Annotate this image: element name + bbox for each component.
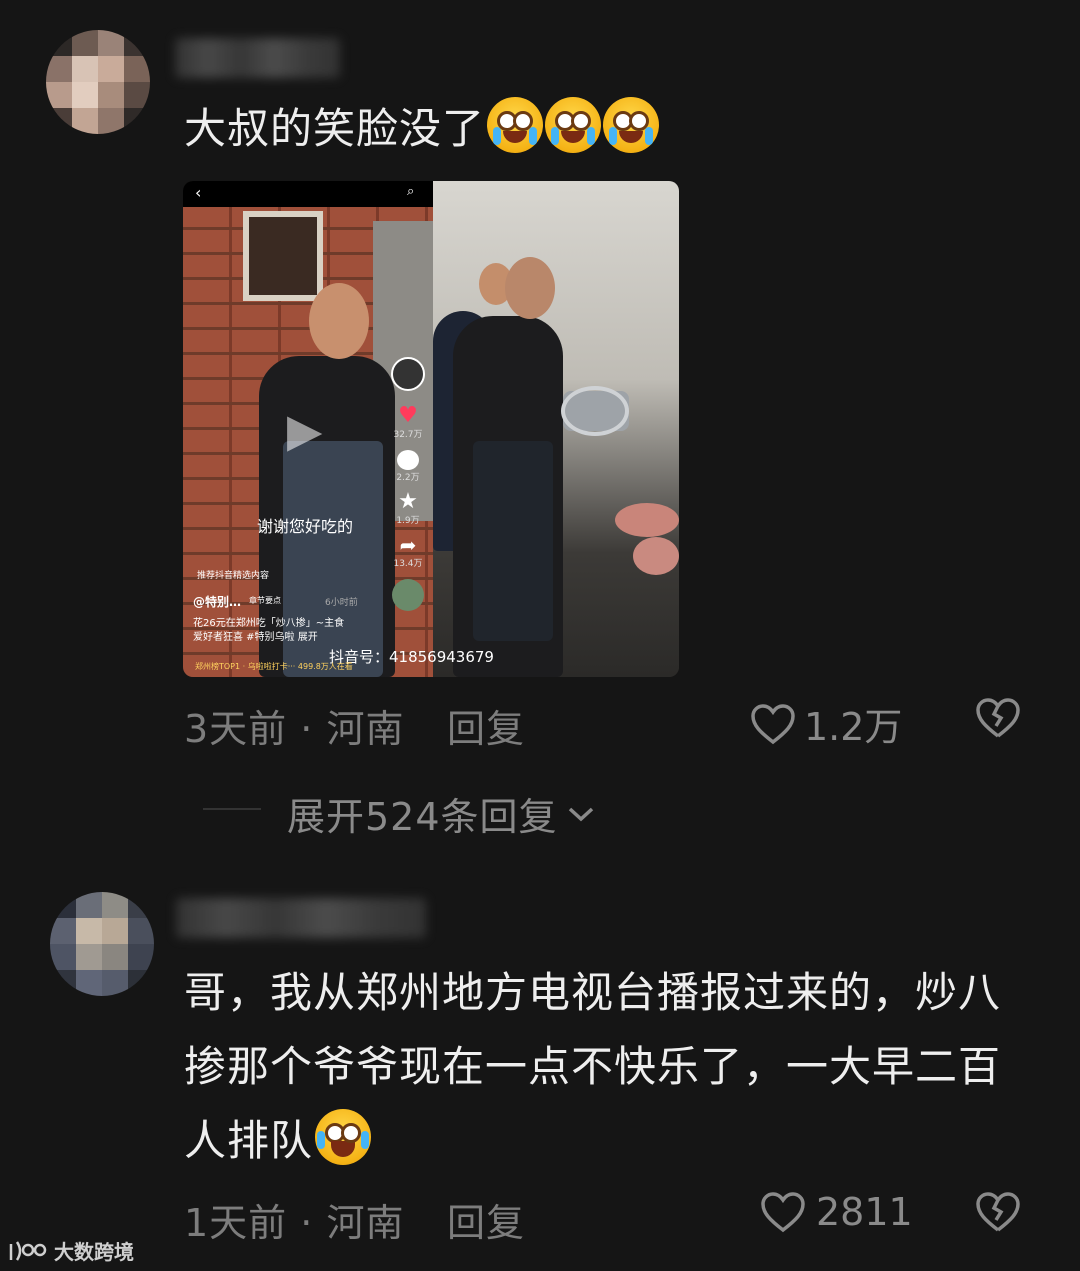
- avatar[interactable]: [50, 892, 154, 996]
- video-top-bar: ‹ ⌕: [183, 181, 433, 207]
- creator-avatar[interactable]: [391, 357, 425, 391]
- video-like-count: 32.7万: [393, 430, 423, 440]
- search-icon[interactable]: ⌕: [407, 184, 414, 199]
- laughing-crying-face-icon: [315, 1109, 372, 1165]
- comment-meta: 3天前 · 河南: [184, 698, 404, 753]
- dislike-button[interactable]: [974, 1190, 1022, 1238]
- like-count: 1.2万: [804, 705, 903, 749]
- bowl: [633, 537, 679, 575]
- comment-time: 1天前: [184, 1201, 288, 1245]
- crying-face-icon: [487, 97, 544, 153]
- like-count: 2811: [816, 1190, 913, 1234]
- comment-text: 哥，我从郑州地方电视台播报过来的，炒八 掺那个爷爷现在一点不快乐了，一大早二百 …: [184, 956, 1001, 1178]
- play-icon[interactable]: ▶: [287, 403, 322, 457]
- video-author[interactable]: @特别…: [193, 593, 241, 610]
- crying-face-icon: [545, 97, 602, 153]
- like-button[interactable]: 2811: [760, 1190, 913, 1234]
- chapter-label[interactable]: 章节要点: [249, 595, 281, 606]
- watermark: 大数跨境: [8, 1236, 134, 1265]
- comment-meta: 1天前 · 河南: [184, 1192, 404, 1247]
- dot-separator: ·: [300, 1201, 327, 1245]
- recommend-label[interactable]: 推荐抖音精选内容: [197, 568, 269, 581]
- comment-line: 掺那个爷爷现在一点不快乐了，一大早二百: [184, 1042, 1002, 1091]
- video-caption-line2: 爱好者狂喜 #特别乌啦 展开: [193, 632, 318, 643]
- video-share-count: 13.4万: [393, 559, 423, 569]
- comment-text: 大叔的笑脸没了: [184, 92, 660, 166]
- comment-line: 人排队: [184, 1104, 1001, 1178]
- comment-icon[interactable]: [397, 450, 419, 470]
- video-favorite-count: 1.9万: [396, 516, 420, 526]
- window: [243, 211, 323, 301]
- crying-face-icon: [603, 97, 660, 153]
- heart-icon: [761, 1192, 805, 1233]
- avatar[interactable]: [46, 30, 150, 134]
- expand-divider: [203, 808, 261, 810]
- video-caption-line1: 花26元在郑州吃「炒八掺」~主食: [193, 618, 345, 629]
- reply-button[interactable]: 回复: [447, 698, 525, 753]
- username[interactable]: [176, 898, 426, 938]
- comment-location: 河南: [326, 1201, 405, 1245]
- music-disc-icon[interactable]: [392, 579, 424, 611]
- pot-lid: [561, 386, 629, 436]
- video-subtitle: 谢谢您好吃的: [257, 517, 354, 536]
- watermark-logo-icon: [9, 1240, 47, 1261]
- broken-heart-icon: [976, 698, 1020, 738]
- expand-replies-label: 展开524条回复: [287, 795, 558, 839]
- username[interactable]: [175, 38, 340, 78]
- chevron-down-icon: [568, 807, 593, 821]
- person-head: [505, 257, 555, 319]
- like-icon[interactable]: ♥: [398, 405, 418, 427]
- expand-replies-button[interactable]: 展开524条回复: [287, 786, 596, 841]
- back-icon[interactable]: ‹: [195, 183, 201, 202]
- douyin-id: 抖音号：41856943679: [329, 648, 494, 666]
- broken-heart-icon: [976, 1192, 1020, 1232]
- favorite-icon[interactable]: ★: [398, 491, 418, 513]
- video-posted: 6小时前: [325, 598, 358, 608]
- apron: [473, 441, 553, 641]
- comment-body: 大叔的笑脸没了: [184, 104, 486, 153]
- comment-location: 河南: [326, 707, 405, 751]
- video-thumbnail[interactable]: ‹ ⌕ ▶ 谢谢您好吃的 ♥ 32.7万 2.2万 ★ 1.9万 ➦ 13.4万…: [183, 181, 679, 677]
- watermark-text: 大数跨境: [54, 1240, 134, 1264]
- comment-line: 哥，我从郑州地方电视台播报过来的，炒八: [184, 968, 1002, 1017]
- reply-button[interactable]: 回复: [447, 1192, 525, 1247]
- share-icon[interactable]: ➦: [400, 534, 417, 556]
- dot-separator: ·: [300, 707, 327, 751]
- heart-icon: [751, 703, 795, 744]
- video-comment-count: 2.2万: [396, 473, 420, 483]
- video-expand[interactable]: 展开: [298, 632, 318, 643]
- bowl: [615, 503, 679, 537]
- person-head: [309, 283, 369, 359]
- ranking-label[interactable]: 郑州榜TOP1 · 乌啦啦打卡··· 499.8万人在看: [195, 661, 353, 672]
- comment-time: 3天前: [184, 707, 288, 751]
- dislike-button[interactable]: [974, 696, 1022, 744]
- like-button[interactable]: 1.2万: [750, 696, 902, 751]
